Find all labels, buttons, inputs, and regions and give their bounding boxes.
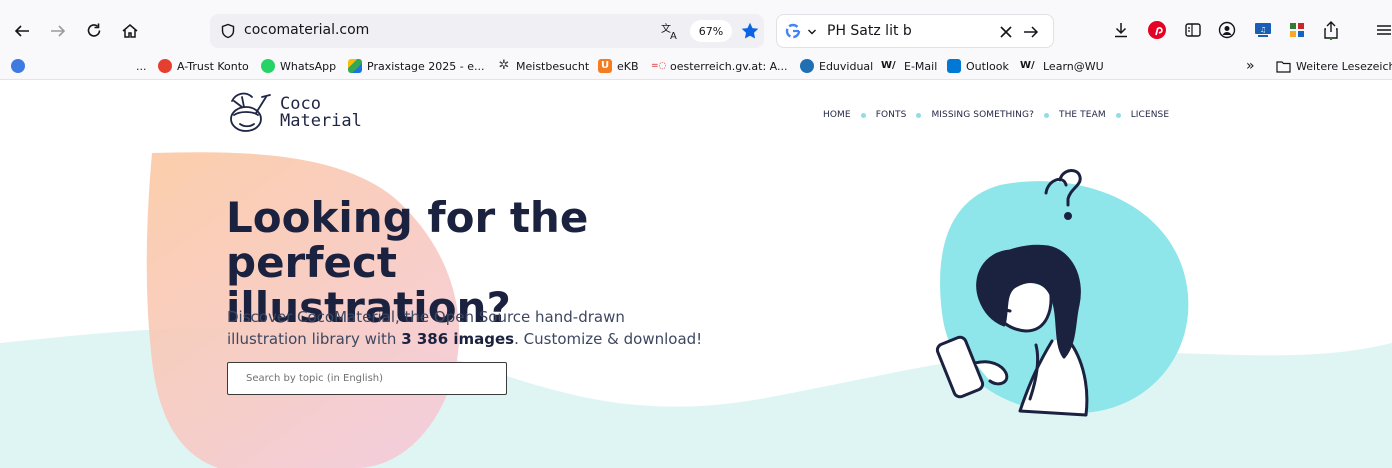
shield-icon[interactable] <box>220 23 236 39</box>
coconut-icon <box>230 92 271 132</box>
account-icon[interactable] <box>1216 19 1238 41</box>
bookmarks-ellipsis[interactable]: ... <box>136 57 147 75</box>
bookmark-label: A-Trust Konto <box>177 59 249 73</box>
nav-separator <box>1115 112 1121 118</box>
hero-description: Discover CocoMaterial, the Open Source h… <box>227 306 707 350</box>
bookmark-label: Meistbesucht <box>516 59 590 73</box>
bookmark-oesterreich[interactable]: =◌ oesterreich.gv.at: A... <box>651 57 787 75</box>
other-bookmarks-folder[interactable]: Weitere Lesezeiche <box>1276 57 1392 75</box>
logo-line-2: Material <box>280 111 362 131</box>
forward-icon[interactable] <box>44 17 72 45</box>
nav-the-team[interactable]: THE TEAM <box>1059 110 1106 120</box>
extension-icon[interactable]: ♫ <box>1252 19 1274 41</box>
svg-text:♫: ♫ <box>1260 26 1266 34</box>
download-icon[interactable] <box>1110 19 1132 41</box>
eduvidual-icon <box>800 59 814 73</box>
bookmark-label: E-Mail <box>904 59 938 73</box>
nav-separator <box>916 112 922 118</box>
logo-text: Coco Material <box>280 96 362 130</box>
outlook-icon <box>947 59 961 73</box>
nav-fonts[interactable]: FONTS <box>876 110 907 120</box>
go-arrow-icon[interactable] <box>1023 24 1039 40</box>
reload-icon[interactable] <box>80 17 108 45</box>
bookmark-label: WhatsApp <box>280 59 337 73</box>
bookmark-whatsapp[interactable]: WhatsApp <box>261 57 336 75</box>
ekb-icon: U <box>598 59 612 73</box>
bookmark-globe[interactable] <box>11 57 30 75</box>
hero-title-line-1: Looking for the perfect <box>226 193 589 287</box>
home-icon[interactable] <box>116 17 144 45</box>
menu-icon[interactable] <box>1374 19 1392 41</box>
bookmark-praxistage[interactable]: Praxistage 2025 - e... <box>348 57 485 75</box>
gear-icon: ✲ <box>498 58 510 73</box>
svg-text:A: A <box>670 31 677 41</box>
nav-missing-something[interactable]: MISSING SOMETHING? <box>931 110 1034 120</box>
zoom-badge[interactable]: 67% <box>690 20 732 42</box>
a-trust-icon <box>158 59 172 73</box>
reader-icon[interactable] <box>1182 19 1204 41</box>
oesterreich-icon: =◌ <box>651 61 667 71</box>
folder-icon <box>1276 60 1291 73</box>
bookmark-label: eKB <box>617 59 639 73</box>
bookmark-label: Praxistage 2025 - e... <box>367 59 485 73</box>
drive-icon <box>348 59 362 73</box>
bookmark-ekb[interactable]: UeKB <box>598 57 639 75</box>
bookmark-label: Learn@WU <box>1043 59 1104 73</box>
translate-icon[interactable]: 文A <box>660 21 680 41</box>
clear-icon[interactable] <box>999 25 1013 39</box>
wu-icon: W/ <box>881 60 896 71</box>
star-icon[interactable] <box>740 21 760 41</box>
bookmark-learn-wu[interactable]: W/Learn@WU <box>1020 57 1104 75</box>
bookmark-label: Outlook <box>966 59 1009 73</box>
nav-home[interactable]: HOME <box>823 110 851 120</box>
whatsapp-icon <box>261 59 275 73</box>
nav-separator <box>860 112 866 118</box>
pinterest-icon[interactable] <box>1146 19 1168 41</box>
hero-desc-text: . Customize & download! <box>514 330 703 348</box>
bookmark-meistbesucht[interactable]: ✲ Meistbesucht <box>497 57 590 75</box>
wu-icon: W/ <box>1020 60 1035 71</box>
bookmark-outlook[interactable]: Outlook <box>947 57 1009 75</box>
bookmark-label: Weitere Lesezeiche <box>1296 59 1392 73</box>
topic-search-input[interactable]: Search by topic (in English) <box>227 362 507 395</box>
bookmark-eduvidual[interactable]: Eduvidual <box>800 57 873 75</box>
chevron-down-icon[interactable] <box>807 27 817 37</box>
bookmark-a-trust[interactable]: A-Trust Konto <box>158 57 249 75</box>
url-bar[interactable]: cocomaterial.com 文A 67% <box>210 14 764 48</box>
site-nav: HOME FONTS MISSING SOMETHING? THE TEAM L… <box>823 110 1169 120</box>
qr-icon[interactable] <box>1286 19 1308 41</box>
bookmarks-overflow-icon[interactable]: » <box>1246 57 1255 75</box>
site-logo[interactable]: Coco Material <box>226 91 362 135</box>
nav-separator <box>1043 112 1049 118</box>
web-page: Coco Material HOME FONTS MISSING SOMETHI… <box>0 81 1392 468</box>
back-icon[interactable] <box>8 17 36 45</box>
search-bar[interactable]: PH Satz lit b <box>776 14 1054 48</box>
url-text[interactable]: cocomaterial.com <box>244 22 369 38</box>
bookmark-label: Eduvidual <box>819 59 874 73</box>
bookmarks-bar: ... A-Trust Konto WhatsApp Praxistage 20… <box>0 50 1392 80</box>
google-icon[interactable] <box>785 23 801 39</box>
globe-icon <box>11 59 25 73</box>
share-icon[interactable] <box>1320 19 1342 41</box>
nav-license[interactable]: LICENSE <box>1131 110 1169 120</box>
search-query[interactable]: PH Satz lit b <box>827 23 912 39</box>
image-count: 3 386 images <box>401 330 515 348</box>
bookmark-label: oesterreich.gv.at: A... <box>670 59 788 73</box>
bookmark-email[interactable]: W/E-Mail <box>881 57 937 75</box>
